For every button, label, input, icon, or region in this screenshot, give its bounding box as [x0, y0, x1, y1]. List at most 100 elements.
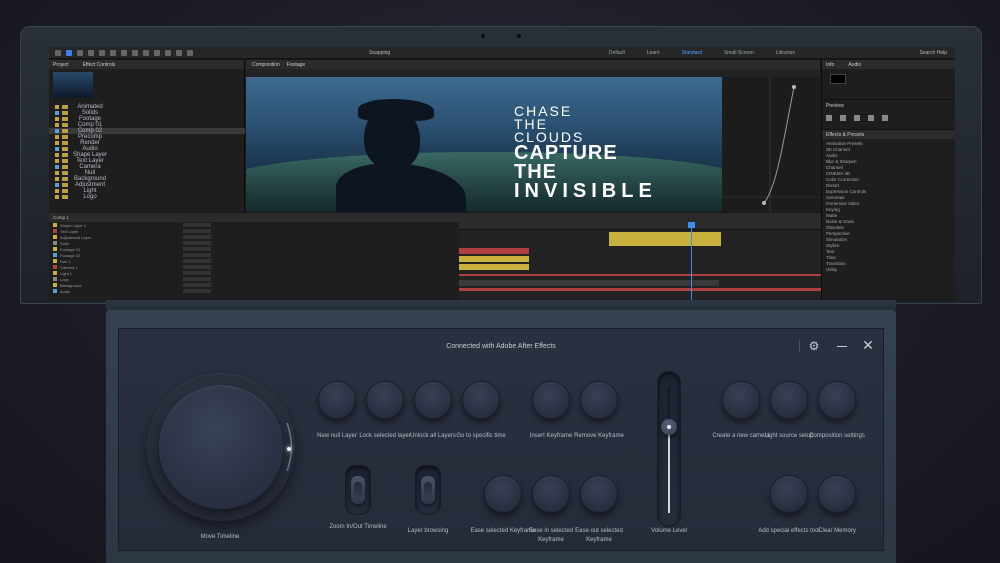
composition-viewer[interactable]: Chase The Clouds Capture The Invisible: [246, 77, 820, 212]
minimize-icon[interactable]: [835, 339, 849, 353]
close-icon[interactable]: ✕: [861, 338, 875, 352]
track-bar[interactable]: [459, 256, 529, 262]
layer-color-tag[interactable]: [53, 223, 57, 227]
layer-color-tag[interactable]: [53, 259, 57, 263]
track-bar[interactable]: [459, 280, 719, 286]
layer-color-tag[interactable]: [53, 289, 57, 293]
clear-memory-button[interactable]: [818, 475, 856, 513]
type-tool-icon[interactable]: [143, 50, 149, 56]
blend-mode-dropdown[interactable]: [183, 235, 211, 239]
tab-info[interactable]: Info: [826, 62, 834, 68]
camera-tool-icon[interactable]: [110, 50, 116, 56]
composition-settings-button[interactable]: [818, 381, 856, 419]
blend-mode-dropdown[interactable]: [183, 259, 211, 263]
pan-tool-icon[interactable]: [121, 50, 127, 56]
move-timeline-dial[interactable]: [159, 385, 283, 509]
list-item[interactable]: Logo: [49, 194, 245, 200]
first-frame-icon[interactable]: [826, 115, 832, 121]
workspace-tab-libraries[interactable]: Libraries: [776, 50, 795, 56]
blend-mode-dropdown[interactable]: [183, 241, 211, 245]
track-bar[interactable]: [459, 288, 821, 291]
layer-color-tag[interactable]: [53, 247, 57, 251]
tab-timeline-comp[interactable]: Comp 1: [53, 215, 69, 220]
ease-in-keyframe-button[interactable]: [532, 475, 570, 513]
blend-mode-dropdown[interactable]: [183, 253, 211, 257]
layer-color-tag[interactable]: [53, 283, 57, 287]
track-bar[interactable]: [459, 264, 529, 270]
new-null-layer-button[interactable]: [318, 381, 356, 419]
ease-out-keyframe-button[interactable]: [580, 475, 618, 513]
tab-audio[interactable]: Audio: [848, 62, 861, 68]
next-frame-icon[interactable]: [868, 115, 874, 121]
tab-effect-controls[interactable]: Effect Controls: [83, 62, 116, 68]
gear-icon[interactable]: ⚙: [807, 339, 821, 353]
tab-effects-presets[interactable]: Effects & Presets: [826, 132, 864, 138]
layer-browsing-toggle[interactable]: [415, 465, 441, 515]
blend-mode-dropdown[interactable]: [183, 289, 211, 293]
graph-editor[interactable]: [722, 77, 820, 212]
play-icon[interactable]: [854, 115, 860, 121]
layer-color-tag[interactable]: [53, 265, 57, 269]
toggle-knob[interactable]: [351, 476, 365, 504]
lock-selected-layer-button[interactable]: [366, 381, 404, 419]
remove-keyframe-button[interactable]: [580, 381, 618, 419]
workspace-tab-default[interactable]: Default: [609, 50, 625, 56]
puppet-tool-icon[interactable]: [187, 50, 193, 56]
tab-preview[interactable]: Preview: [826, 103, 844, 109]
blend-mode-dropdown[interactable]: [183, 265, 211, 269]
add-effects-button[interactable]: [770, 475, 808, 513]
stamp-tool-icon[interactable]: [165, 50, 171, 56]
layer-color-tag[interactable]: [53, 235, 57, 239]
effect-category[interactable]: Utility: [826, 267, 951, 273]
selection-tool-icon[interactable]: [66, 50, 72, 56]
ease-selected-keyframe-button[interactable]: [484, 475, 522, 513]
layer-color-tag[interactable]: [53, 241, 57, 245]
snapping-toggle[interactable]: Snapping: [369, 50, 390, 56]
video-frame[interactable]: Chase The Clouds Capture The Invisible: [246, 77, 722, 212]
layer-color-tag[interactable]: [53, 253, 57, 257]
brush-tool-icon[interactable]: [154, 50, 160, 56]
workspace-tab-standard[interactable]: Standard: [682, 50, 702, 56]
layer-color-tag[interactable]: [53, 271, 57, 275]
tab-composition[interactable]: Composition: [252, 62, 280, 68]
track-bar[interactable]: [459, 248, 529, 254]
home-icon[interactable]: [55, 50, 61, 56]
blend-mode-dropdown[interactable]: [183, 223, 211, 227]
pen-tool-icon[interactable]: [132, 50, 138, 56]
track-bar[interactable]: [609, 232, 721, 246]
eraser-tool-icon[interactable]: [176, 50, 182, 56]
tab-footage[interactable]: Footage: [287, 62, 305, 68]
prev-frame-icon[interactable]: [840, 115, 846, 121]
layer-color-tag[interactable]: [53, 229, 57, 233]
hand-tool-icon[interactable]: [77, 50, 83, 56]
workspace-tab-learn[interactable]: Learn: [647, 50, 660, 56]
go-to-time-label: Go to specific time: [456, 433, 506, 439]
time-ruler[interactable]: [459, 222, 821, 230]
blend-mode-dropdown[interactable]: [183, 247, 211, 251]
info-panel-tabs: Info Audio: [822, 60, 955, 69]
last-frame-icon[interactable]: [882, 115, 888, 121]
go-to-time-button[interactable]: [462, 381, 500, 419]
create-camera-button[interactable]: [722, 381, 760, 419]
blend-mode-dropdown[interactable]: [183, 271, 211, 275]
zoom-timeline-toggle[interactable]: [345, 465, 371, 515]
blend-mode-dropdown[interactable]: [183, 277, 211, 281]
tab-project[interactable]: Project: [53, 62, 69, 68]
zoom-tool-icon[interactable]: [88, 50, 94, 56]
workspace-tab-small-screen[interactable]: Small Screen: [724, 50, 754, 56]
blend-mode-dropdown[interactable]: [183, 229, 211, 233]
light-source-button[interactable]: [770, 381, 808, 419]
timeline-tracks[interactable]: [459, 222, 821, 301]
ae-toolbar: Snapping Default Learn Standard Small Sc…: [49, 47, 955, 59]
unlock-all-layers-button[interactable]: [414, 381, 452, 419]
layer-color-tag[interactable]: [53, 277, 57, 281]
playhead[interactable]: [688, 222, 695, 301]
insert-keyframe-button[interactable]: [532, 381, 570, 419]
blend-mode-dropdown[interactable]: [183, 283, 211, 287]
dial-indicator: [287, 447, 291, 451]
toggle-knob[interactable]: [421, 476, 435, 504]
track-bar[interactable]: [459, 274, 821, 276]
search-help[interactable]: Search Help: [919, 50, 947, 56]
table-row[interactable]: Audio: [49, 288, 459, 294]
rotate-tool-icon[interactable]: [99, 50, 105, 56]
